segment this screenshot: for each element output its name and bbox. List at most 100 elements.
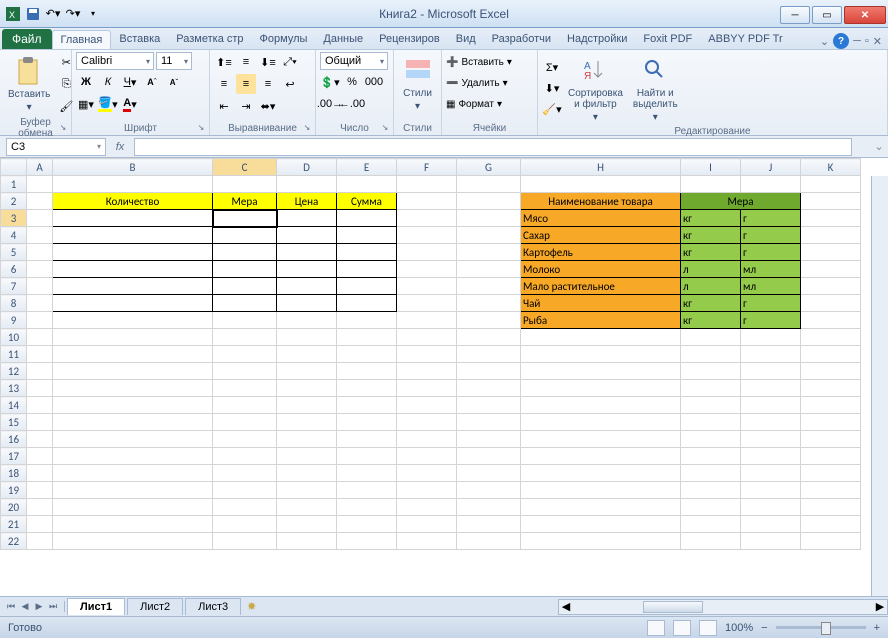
cell-G16[interactable] [457,431,521,448]
col-header-F[interactable]: F [397,159,457,176]
styles-button[interactable]: Стили▾ [398,52,437,114]
cell-K5[interactable] [801,244,861,261]
cell-A4[interactable] [27,227,53,244]
cell-I22[interactable] [681,533,741,550]
cell-J10[interactable] [741,329,801,346]
cell-I9[interactable]: кг [681,312,741,329]
cell-G4[interactable] [457,227,521,244]
cell-G14[interactable] [457,397,521,414]
tab-9[interactable]: Foxit PDF [635,30,700,49]
cell-C1[interactable] [213,176,277,193]
clipboard-launcher[interactable]: ↘ [57,121,69,133]
cell-A12[interactable] [27,363,53,380]
cell-K6[interactable] [801,261,861,278]
zoom-out-icon[interactable]: − [761,622,767,634]
cell-C2[interactable]: Мера [213,193,277,210]
zoom-in-icon[interactable]: + [874,622,880,634]
cell-C7[interactable] [213,278,277,295]
cell-I15[interactable] [681,414,741,431]
cell-G9[interactable] [457,312,521,329]
cell-K14[interactable] [801,397,861,414]
cell-J17[interactable] [741,448,801,465]
row-header-4[interactable]: 4 [1,227,27,244]
cell-K19[interactable] [801,482,861,499]
align-center-icon[interactable]: ≡ [236,74,256,94]
cell-F6[interactable] [397,261,457,278]
cell-E19[interactable] [337,482,397,499]
cell-J18[interactable] [741,465,801,482]
cell-J4[interactable]: г [741,227,801,244]
cell-H8[interactable]: Чай [521,295,681,312]
cell-B10[interactable] [53,329,213,346]
cell-D5[interactable] [277,244,337,261]
cell-D8[interactable] [277,295,337,312]
cell-B6[interactable] [53,261,213,278]
increase-decimal-icon[interactable]: .00→ [320,94,340,114]
cell-C19[interactable] [213,482,277,499]
cell-B18[interactable] [53,465,213,482]
font-launcher[interactable]: ↘ [195,121,207,133]
underline-button[interactable]: Ч▾ [120,72,140,92]
cell-J5[interactable]: г [741,244,801,261]
cell-H2[interactable]: Наименование товара [521,193,681,210]
page-layout-view-icon[interactable] [673,620,691,636]
cell-D15[interactable] [277,414,337,431]
last-sheet-icon[interactable]: ⏭ [46,601,60,612]
cell-C10[interactable] [213,329,277,346]
cell-D20[interactable] [277,499,337,516]
cell-G12[interactable] [457,363,521,380]
cell-B15[interactable] [53,414,213,431]
bold-button[interactable]: Ж [76,72,96,92]
cell-G13[interactable] [457,380,521,397]
align-bottom-icon[interactable]: ⬇≡ [258,52,278,72]
row-header-22[interactable]: 22 [1,533,27,550]
cell-K15[interactable] [801,414,861,431]
cell-F7[interactable] [397,278,457,295]
cell-H12[interactable] [521,363,681,380]
col-header-G[interactable]: G [457,159,521,176]
cell-J20[interactable] [741,499,801,516]
cell-J11[interactable] [741,346,801,363]
minimize-ribbon-icon[interactable]: ⌄ [820,35,829,48]
orientation-icon[interactable]: ⤢▾ [280,52,300,72]
cell-J22[interactable] [741,533,801,550]
cell-E20[interactable] [337,499,397,516]
help-icon[interactable]: ? [833,33,849,49]
row-header-16[interactable]: 16 [1,431,27,448]
cell-D21[interactable] [277,516,337,533]
font-color-icon[interactable]: A▾ [120,94,140,114]
cell-J14[interactable] [741,397,801,414]
find-select-button[interactable]: Найти и выделить▾ [629,52,682,125]
cell-B5[interactable] [53,244,213,261]
cell-E14[interactable] [337,397,397,414]
cell-G2[interactable] [457,193,521,210]
cell-I7[interactable]: л [681,278,741,295]
decrease-font-icon[interactable]: Aˇ [164,72,184,92]
cell-B17[interactable] [53,448,213,465]
cell-A19[interactable] [27,482,53,499]
cell-D6[interactable] [277,261,337,278]
cell-A16[interactable] [27,431,53,448]
cell-D17[interactable] [277,448,337,465]
mdi-minimize-icon[interactable]: ─ [853,35,861,47]
cell-H15[interactable] [521,414,681,431]
paste-button[interactable]: Вставить▾ [4,53,54,115]
cell-J1[interactable] [741,176,801,193]
cell-I19[interactable] [681,482,741,499]
cell-J12[interactable] [741,363,801,380]
cell-B9[interactable] [53,312,213,329]
cell-F14[interactable] [397,397,457,414]
cell-I12[interactable] [681,363,741,380]
cell-J16[interactable] [741,431,801,448]
cell-J6[interactable]: мл [741,261,801,278]
cell-A9[interactable] [27,312,53,329]
autosum-icon[interactable]: Σ▾ [542,58,562,78]
cell-A14[interactable] [27,397,53,414]
cell-B21[interactable] [53,516,213,533]
cell-A6[interactable] [27,261,53,278]
cell-K7[interactable] [801,278,861,295]
cell-I18[interactable] [681,465,741,482]
align-middle-icon[interactable]: ≡ [236,52,256,72]
cell-C22[interactable] [213,533,277,550]
cell-D3[interactable] [277,210,337,227]
